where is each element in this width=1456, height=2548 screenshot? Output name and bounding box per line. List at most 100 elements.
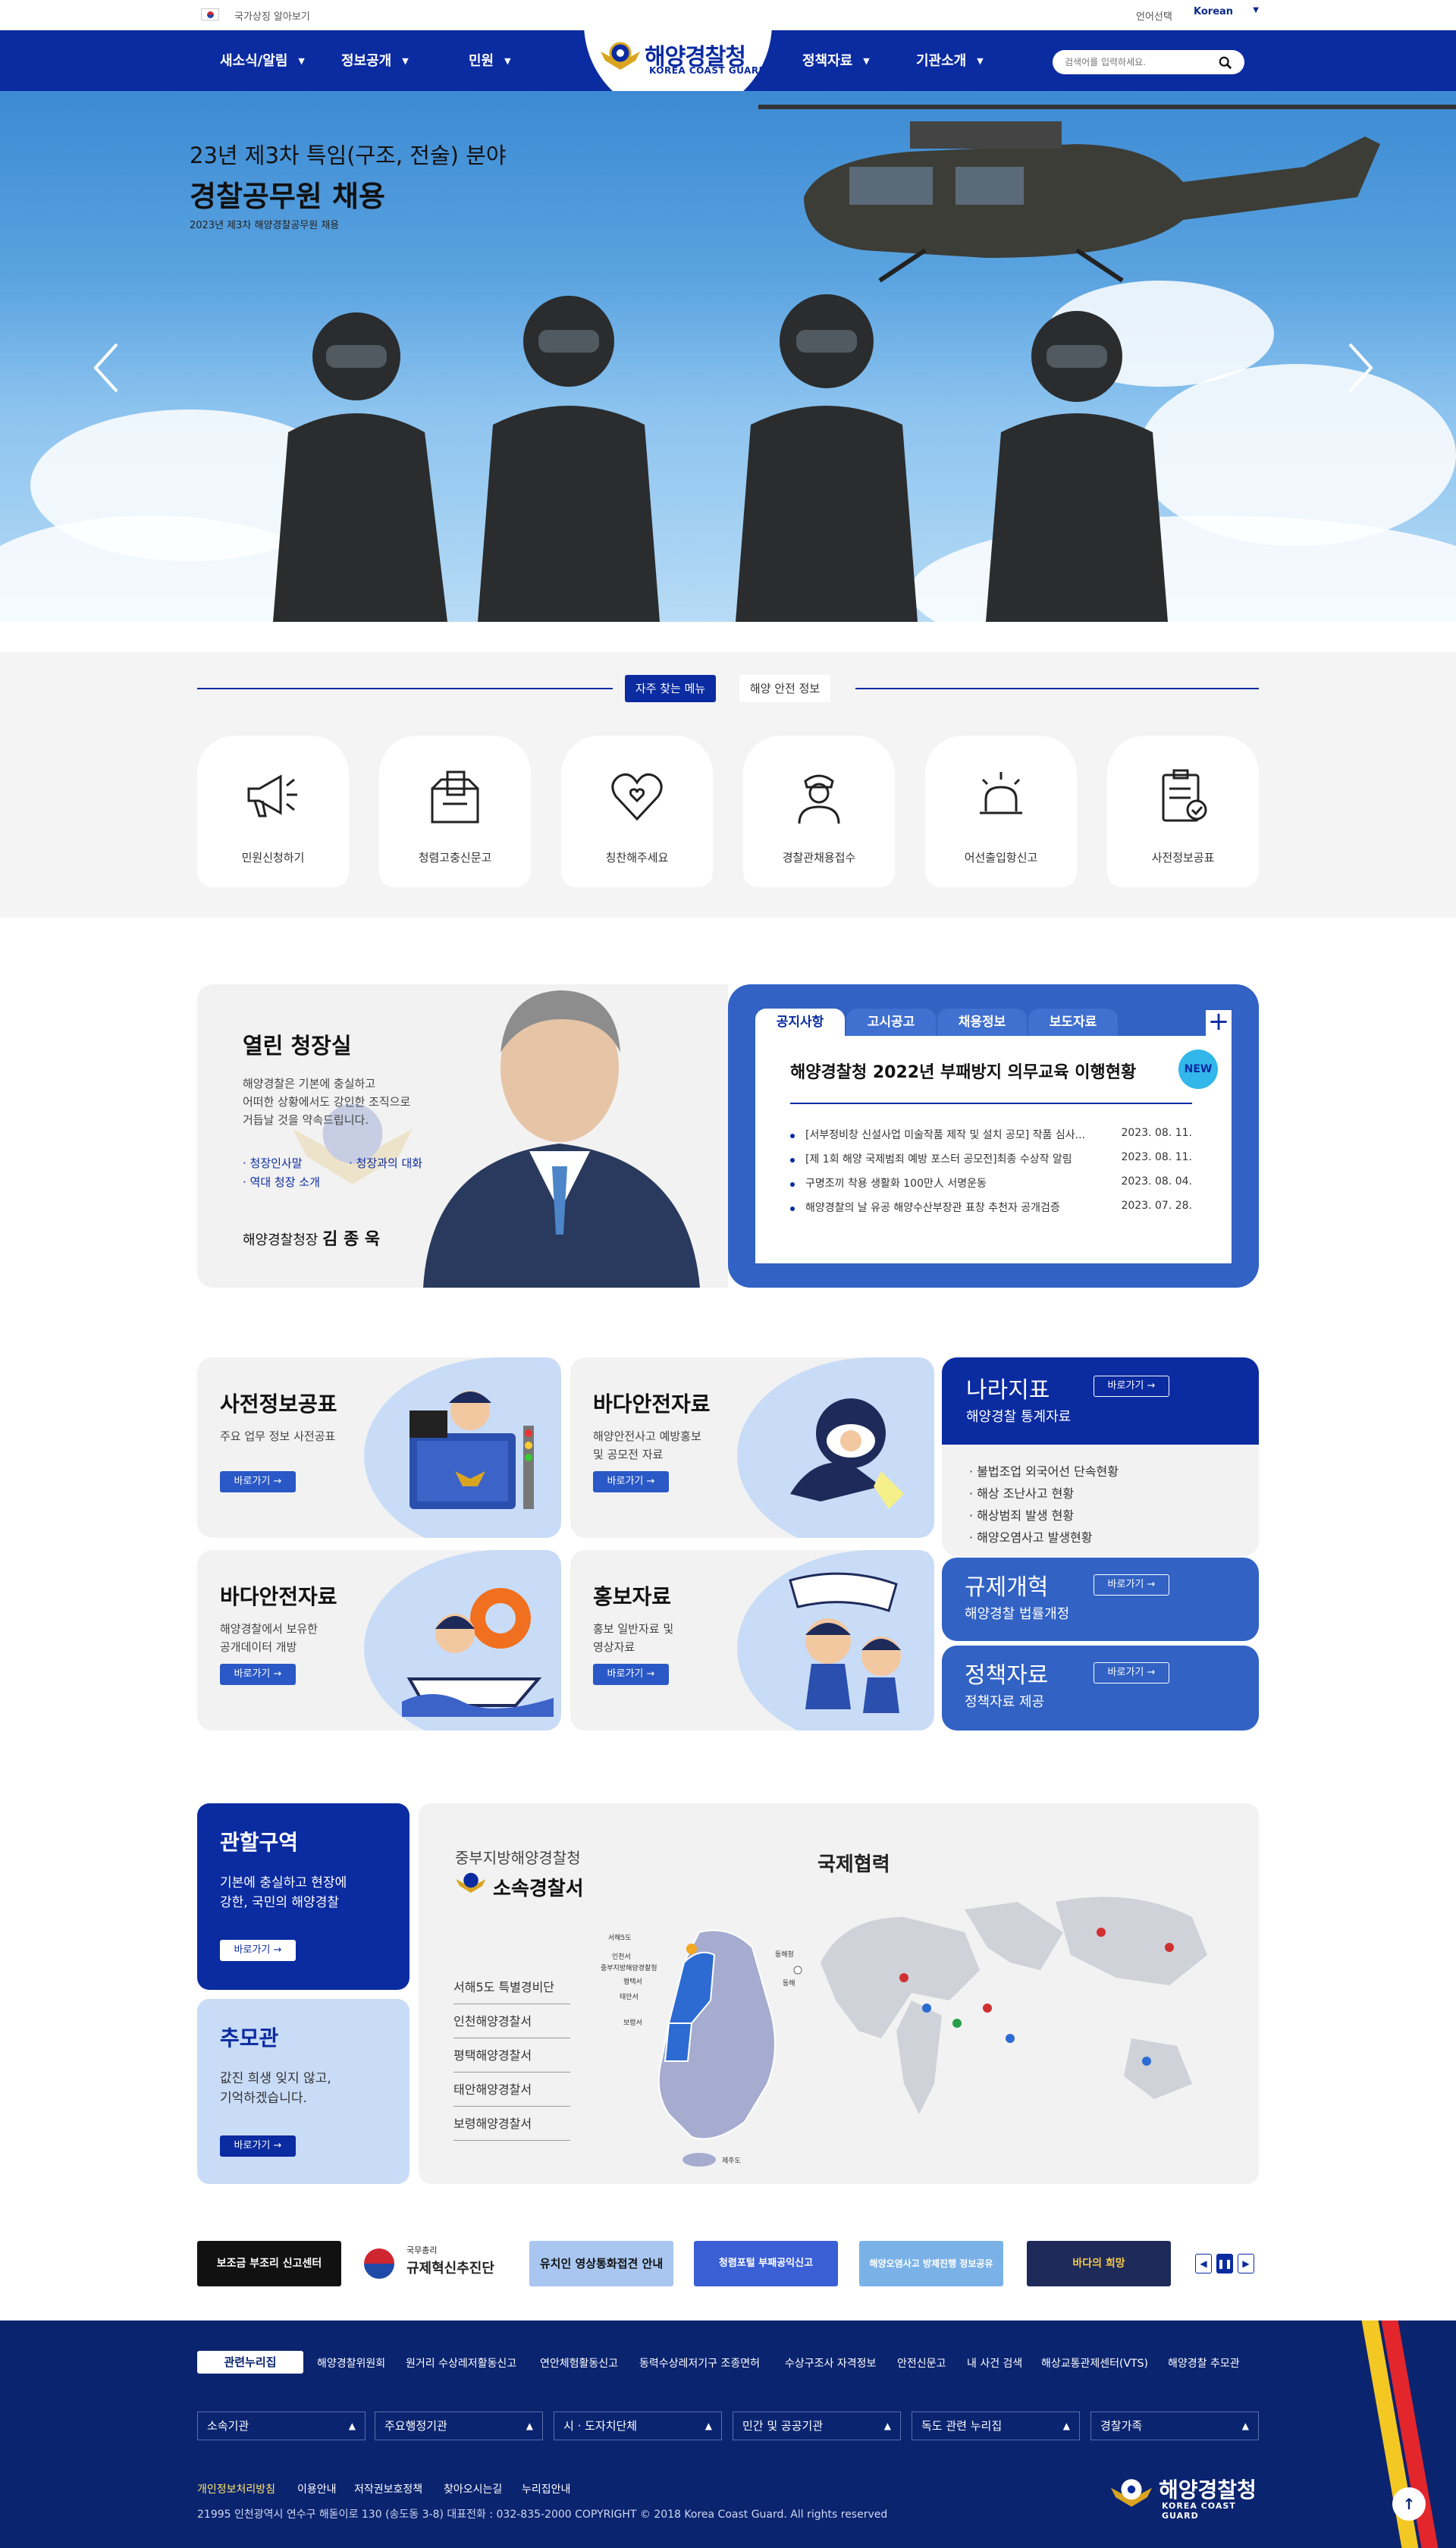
related-link[interactable]: 해양경찰 추모관 [1168,2355,1240,2371]
indicator-item[interactable]: · 해양오염사고 발생현황 [969,1527,1119,1549]
indicator-item[interactable]: · 해상 조난사고 현황 [969,1483,1119,1505]
related-link[interactable]: 안전신문고 [897,2355,946,2371]
go-button[interactable]: 바로가기 → [593,1664,669,1685]
more-plus-icon[interactable]: + [1206,1009,1232,1036]
go-button[interactable]: 바로가기 → [220,1664,296,1685]
select-police-family[interactable]: 경찰가족 ▲ [1090,2412,1259,2440]
go-button[interactable]: 바로가기 → [220,1471,296,1492]
nav-label: 기관소개 [916,53,967,69]
policy-data-card[interactable]: 정책자료 정책자료 제공 바로가기 → [942,1646,1259,1731]
go-button[interactable]: 바로가기 → [1094,1376,1169,1397]
go-label: 바로가기 [234,2140,271,2151]
select-public-orgs[interactable]: 민간 및 공공기관 ▲ [733,2412,901,2440]
quick-item-port-report[interactable]: 어선출입항신고 [925,736,1077,887]
card-sea-safety[interactable]: 바다안전자료 해양안전사고 예방홍보 및 공모전 자료 바로가기 → [570,1357,934,1538]
usage-link[interactable]: 이용안내 [297,2481,337,2496]
scroll-top-icon[interactable]: ↑ [1392,2487,1426,2521]
banner-video-visit[interactable]: 유치인 영상통화접견 안내 [529,2241,673,2286]
tab-marine-safety[interactable]: 해양 안전 정보 [739,675,830,702]
memorial-card[interactable]: 추모관 값진 희생 잊지 않고, 기억하겠습니다. 바로가기 → [197,1999,410,2184]
chevron-right-icon[interactable] [1345,341,1376,394]
go-button[interactable]: 바로가기 → [220,2135,296,2157]
heart-icon [611,773,663,821]
quick-item-praise[interactable]: 칭찬해주세요 [561,736,713,887]
nav-civil[interactable]: 민원 ▼ [469,50,511,73]
card-prior-info[interactable]: 사전정보공표 주요 업무 정보 사전공표 바로가기 → [197,1357,561,1538]
go-button[interactable]: 바로가기 → [1094,1574,1169,1596]
korea-map[interactable]: 서해5도 인천서 중부지방해양경찰청 평택서 태안서 보령서 동해청 동해 제주… [578,1917,813,2175]
station-link[interactable]: 평택해양경찰서 [453,2038,570,2073]
search-icon[interactable] [1219,56,1232,70]
jurisdiction-card[interactable]: 관할구역 기본에 충실하고 현장에 강한, 국민의 해양경찰 바로가기 → [197,1803,410,1990]
related-link[interactable]: 해양경찰위원회 [317,2355,385,2371]
indicator-item[interactable]: · 불법조업 외국어선 단속현황 [969,1461,1119,1483]
national-indicators-card[interactable]: 나라지표 해양경찰 통계자료 바로가기 → · 불법조업 외국어선 단속현황 ·… [942,1357,1259,1556]
select-local-gov[interactable]: 시 · 도자치단체 ▲ [554,2412,722,2440]
tab-recruit[interactable]: 채용정보 [937,1009,1027,1036]
notice-row[interactable]: [서부정비창 신설사업 미술작품 제작 및 설치 공모] 작품 심사... 202… [790,1127,1192,1147]
tab-press[interactable]: 보도자료 [1028,1009,1118,1036]
site-guide-link[interactable]: 누리집안내 [522,2481,570,2496]
banner-regulation-reform[interactable]: 국무총리 규제혁신추진단 [364,2241,508,2286]
chevron-left-icon[interactable] [91,341,121,394]
related-link[interactable]: 내 사건 검색 [967,2355,1022,2371]
notice-date: 2023. 08. 11. [1121,1151,1192,1163]
card-open-data[interactable]: 바다안전자료 해양경찰에서 보유한 공개데이터 개방 바로가기 → [197,1550,561,1731]
prev-icon[interactable]: ◀ [1195,2254,1212,2273]
card-desc: 영상자료 [593,1640,635,1654]
quick-item-civil-request[interactable]: 민원신청하기 [197,736,349,887]
directions-link[interactable]: 찾아오시는길 [444,2481,502,2496]
card-desc: 및 공모전 자료 [593,1448,664,1461]
world-map[interactable] [813,1887,1238,2137]
national-symbol-link[interactable]: 국가상징 알아보기 [234,8,310,23]
country-flag-icon [1142,2057,1151,2066]
link-past-commissioners[interactable]: · 역대 청장 소개 [243,1174,320,1190]
nav-info-disclosure[interactable]: 정보공개 ▼ [341,50,409,73]
notice-row[interactable]: 구명조끼 착용 생활화 100만人 서명운동 2023. 08. 04. [790,1175,1192,1195]
privacy-policy-link[interactable]: 개인정보처리방침 [197,2481,275,2496]
station-link[interactable]: 서해5도 특별경비단 [453,1970,570,2004]
banner-oil-spill-info[interactable]: 해양오염사고 방제진행 정보공유 [859,2241,1003,2286]
station-link[interactable]: 보령해양경찰서 [453,2107,570,2141]
regulation-reform-card[interactable]: 규제개혁 해양경찰 법률개정 바로가기 → [942,1558,1259,1641]
quick-item-recruit[interactable]: 경찰관채용접수 [743,736,895,887]
tab-frequent-menu[interactable]: 자주 찾는 메뉴 [625,675,716,702]
nav-about[interactable]: 기관소개 ▼ [916,50,984,73]
link-greeting[interactable]: · 청장인사말 [243,1155,303,1171]
pause-icon[interactable]: ❚❚ [1216,2254,1233,2273]
select-admin-agencies[interactable]: 주요행정기관 ▲ [375,2412,543,2440]
nav-news[interactable]: 새소식/알림 ▼ [220,50,305,73]
related-link[interactable]: 동력수상레저기구 조종면허 [639,2355,760,2371]
language-select[interactable]: Korean ▼ [1194,6,1259,24]
indicator-item[interactable]: · 해상범죄 발생 현황 [969,1505,1119,1527]
select-affiliated[interactable]: 소속기관 ▲ [197,2412,366,2440]
copyright-policy-link[interactable]: 저작권보호정책 [354,2481,422,2496]
quick-item-integrity[interactable]: 청렴고충신문고 [379,736,531,887]
go-button[interactable]: 바로가기 → [593,1471,669,1492]
station-link[interactable]: 태안해양경찰서 [453,2073,570,2107]
banner-corruption-report[interactable]: 청렴포털 부패공익신고 [694,2241,838,2286]
related-link[interactable]: 수상구조사 자격정보 [785,2355,876,2371]
quick-item-prior-info[interactable]: 사전정보공표 [1107,736,1259,887]
banner-sea-hope[interactable]: 바다의 희망 [1027,2241,1171,2286]
hero-banner[interactable]: 23년 제3차 특임(구조, 전술) 분야 경찰공무원 채용 2023년 제3차… [0,91,1456,622]
go-button[interactable]: 바로가기 → [220,1940,296,1961]
related-link[interactable]: 원거리 수상레저활동신고 [406,2355,516,2371]
related-link[interactable]: 연안체험활동신고 [540,2355,618,2371]
tab-announcement[interactable]: 고시공고 [846,1009,936,1036]
select-dokdo[interactable]: 독도 관련 누리집 ▲ [912,2412,1080,2440]
tab-notice[interactable]: 공지사항 [755,1009,845,1036]
station-link[interactable]: 인천해양경찰서 [453,2004,570,2038]
notice-row[interactable]: [제 1회 해양 국제범죄 예방 포스터 공모전]최종 수상작 알림 2023. … [790,1151,1192,1171]
caret-down-icon: ▼ [863,56,870,66]
notice-headline[interactable]: 해양경찰청 2022년 부패방지 의무교육 이행현황 [790,1059,1136,1083]
nav-policy[interactable]: 정책자료 ▼ [802,50,870,73]
footer-logo[interactable]: 해양경찰청 KOREA COAST GUARD [1109,2472,1260,2521]
card-pr-materials[interactable]: 홍보자료 홍보 일반자료 및 영상자료 바로가기 → [570,1550,934,1731]
search-input[interactable] [1065,55,1216,70]
notice-row[interactable]: 해양경찰의 날 유공 해양수산부장관 표창 추천자 공개검증 2023. 07. … [790,1200,1192,1219]
banner-subsidy-report[interactable]: 보조금 부조리 신고센터 [197,2241,341,2286]
next-icon[interactable]: ▶ [1238,2254,1254,2273]
related-link[interactable]: 해상교통관제센터(VTS) [1041,2355,1148,2371]
go-button[interactable]: 바로가기 → [1094,1662,1169,1684]
